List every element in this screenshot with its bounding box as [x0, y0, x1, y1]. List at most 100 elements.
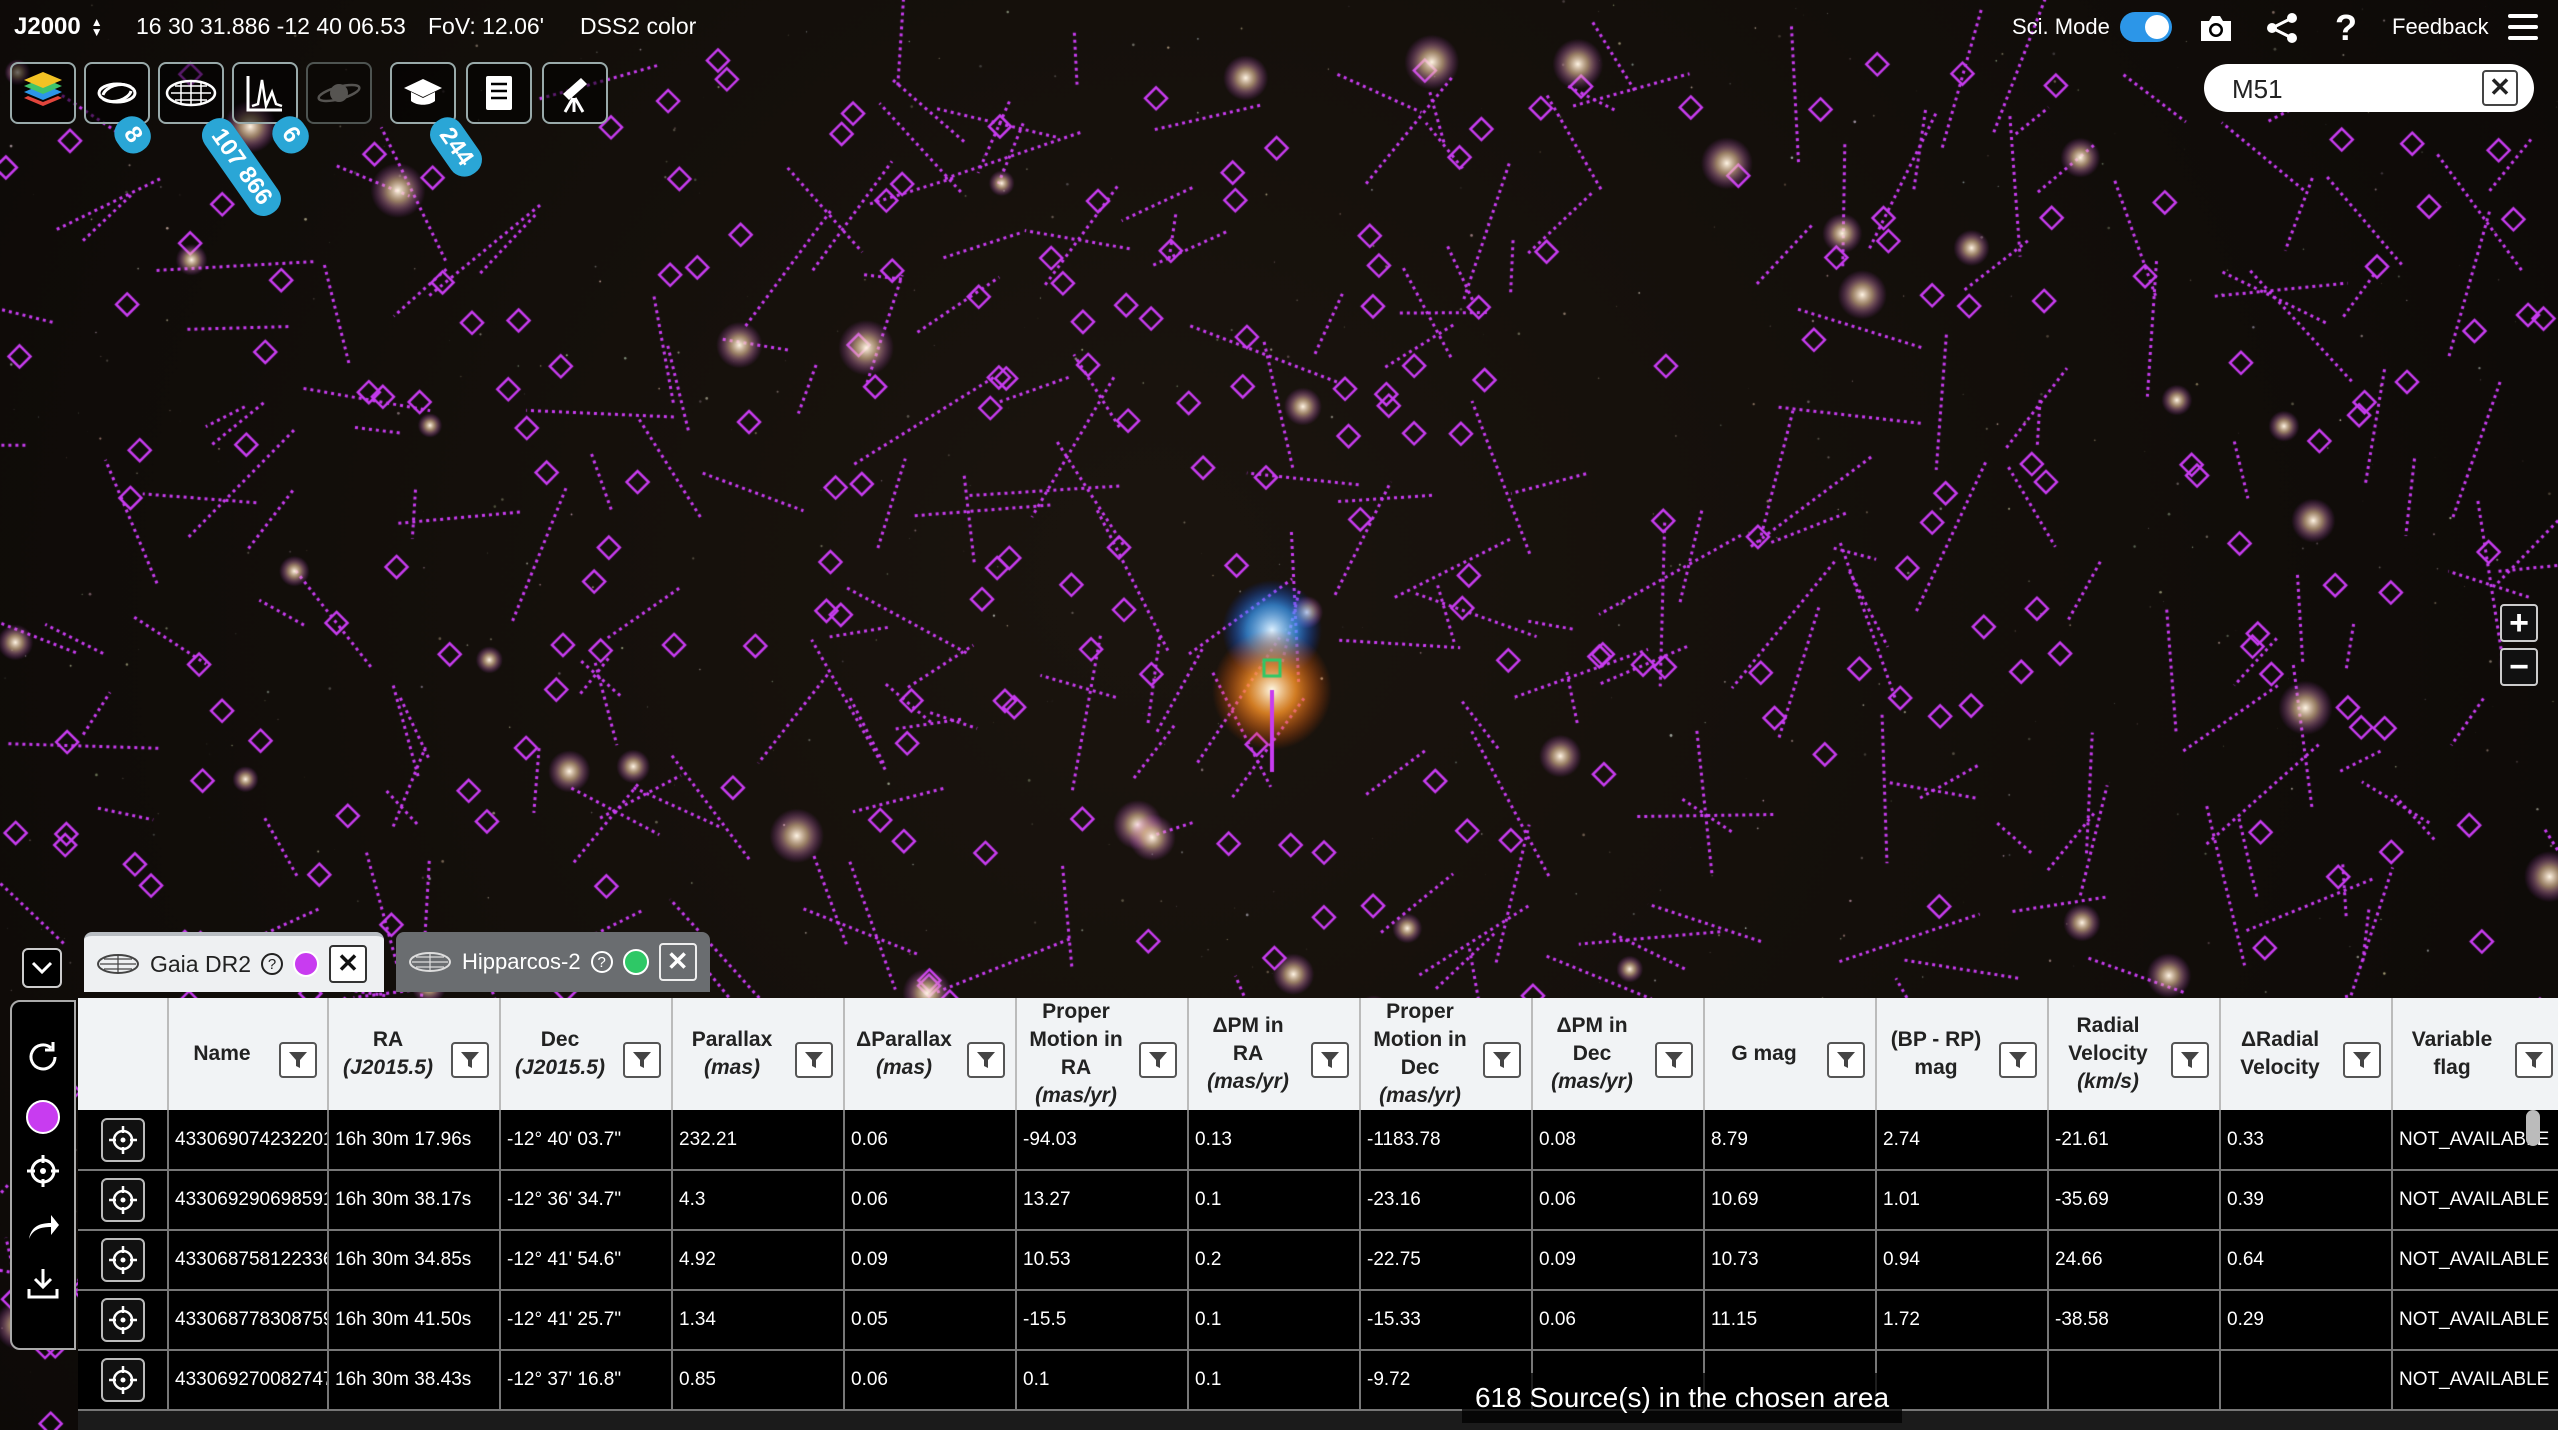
search-input[interactable] — [2230, 70, 2454, 108]
spectra-button[interactable] — [232, 62, 298, 124]
table-row[interactable]: 4330687581223363 16h 30m 34.85s -12° 41' 5… — [78, 1230, 2558, 1291]
filter-icon[interactable] — [1483, 1042, 1521, 1078]
table-scrollbar[interactable] — [2526, 1110, 2540, 1146]
table-cell: -12° 41' 54.6" — [500, 1230, 673, 1291]
column-title: Parallax — [691, 1028, 773, 1051]
column-header[interactable]: ΔPM in RA (mas/yr) — [1188, 998, 1361, 1110]
filter-icon[interactable] — [1311, 1042, 1349, 1078]
filter-icon[interactable] — [279, 1042, 317, 1078]
collapse-panel-button[interactable] — [22, 948, 62, 988]
crosshair-icon[interactable] — [22, 1150, 64, 1192]
catalogue-color-swatch[interactable] — [622, 949, 649, 975]
table-cell — [2048, 1350, 2221, 1411]
table-cell: 0.1 — [1188, 1170, 1361, 1231]
filter-icon[interactable] — [2343, 1042, 2381, 1078]
toggle-switch[interactable] — [2119, 12, 2172, 42]
table-row[interactable]: 4330690742322011 16h 30m 17.96s -12° 40' 0… — [78, 1110, 2558, 1171]
download-icon[interactable] — [22, 1262, 64, 1304]
filter-icon[interactable] — [967, 1042, 1005, 1078]
table-cell: 0.1 — [1016, 1350, 1189, 1411]
share-icon[interactable] — [2262, 8, 2302, 48]
filter-icon[interactable] — [2171, 1042, 2209, 1078]
notes-button[interactable] — [466, 62, 532, 124]
column-header[interactable]: Variable flag — [2392, 998, 2558, 1110]
table-cell: 4330687783087591 — [168, 1290, 329, 1351]
table-row[interactable]: 4330692906985911 16h 30m 38.17s -12° 36' 3… — [78, 1170, 2558, 1231]
table-row[interactable]: 4330687783087591 16h 30m 41.50s -12° 41' 2… — [78, 1290, 2558, 1351]
top-bar: J2000 ▲ ▼ 16 30 31.886 -12 40 06.53 FoV: … — [0, 0, 2558, 54]
filter-icon[interactable] — [1999, 1042, 2037, 1078]
table-cell: 0.05 — [844, 1290, 1017, 1351]
filter-icon[interactable] — [1655, 1042, 1693, 1078]
filter-icon[interactable] — [1139, 1042, 1177, 1078]
table-cell: 4.3 — [672, 1170, 845, 1231]
column-header[interactable]: (BP - RP) mag — [1876, 998, 2049, 1110]
planets-button[interactable] — [306, 62, 372, 124]
table-cell: NOT_AVAILABLE — [2392, 1170, 2558, 1231]
table-cell: 0.06 — [1532, 1290, 1705, 1351]
tab-hipparcos-2[interactable]: Hipparcos-2 ? ✕ — [396, 932, 710, 992]
locate-source-button[interactable] — [100, 1117, 145, 1162]
jwst-button[interactable] — [542, 62, 608, 124]
catalogue-color-swatch[interactable] — [292, 951, 319, 977]
locate-source-button[interactable] — [100, 1298, 145, 1342]
locate-source-button[interactable] — [100, 1238, 145, 1282]
hamburger-menu-icon[interactable] — [2508, 14, 2538, 40]
zoom-out-button[interactable]: − — [2500, 648, 2538, 686]
locate-cell — [78, 1110, 169, 1171]
saturn-icon — [317, 83, 361, 103]
column-unit: (mas/yr) — [1551, 1070, 1633, 1093]
column-header[interactable]: ΔRadial Velocity — [2220, 998, 2393, 1110]
filter-icon[interactable] — [1827, 1042, 1865, 1078]
column-header[interactable]: Proper Motion in RA (mas/yr) — [1016, 998, 1189, 1110]
telescope-icon — [563, 78, 587, 113]
column-header[interactable]: ΔParallax (mas) — [844, 998, 1017, 1110]
crosshair-icon — [108, 1125, 137, 1154]
table-cell: 0.13 — [1188, 1110, 1361, 1171]
column-header[interactable]: Proper Motion in Dec (mas/yr) — [1360, 998, 1533, 1110]
notebook-icon — [486, 76, 512, 110]
zoom-in-button[interactable]: + — [2500, 604, 2538, 642]
layers-button[interactable] — [10, 62, 76, 124]
column-header[interactable]: RA (J2015.5) — [328, 998, 501, 1110]
share-arrow-icon[interactable] — [22, 1206, 64, 1248]
locate-source-button[interactable] — [100, 1178, 145, 1222]
footprints-button[interactable] — [84, 62, 150, 124]
camera-icon[interactable] — [2196, 8, 2236, 48]
table-cell: 11.15 — [1704, 1290, 1877, 1351]
column-unit: (J2015.5) — [343, 1056, 433, 1079]
table-cell: 13.27 — [1016, 1170, 1189, 1231]
refresh-icon[interactable] — [22, 1036, 64, 1078]
filter-icon[interactable] — [451, 1042, 489, 1078]
filter-icon[interactable] — [795, 1042, 833, 1078]
table-row[interactable]: 4330692700827478 16h 30m 38.43s -12° 37' 1… — [78, 1350, 2558, 1411]
coordinate-frame-select[interactable]: J2000 ▲ ▼ — [14, 8, 103, 46]
close-tab-button[interactable]: ✕ — [658, 943, 697, 981]
column-header[interactable]: Parallax (mas) — [672, 998, 845, 1110]
help-icon[interactable]: ? — [260, 953, 283, 975]
publications-button[interactable] — [390, 62, 456, 124]
close-tab-button[interactable]: ✕ — [328, 945, 367, 983]
feedback-link[interactable]: Feedback — [2392, 14, 2489, 40]
column-header[interactable]: ΔPM in Dec (mas/yr) — [1532, 998, 1705, 1110]
source-count-status: 618 Source(s) in the chosen area — [1462, 1373, 1902, 1423]
column-header — [78, 998, 169, 1110]
column-header[interactable]: Dec (J2015.5) — [500, 998, 673, 1110]
column-title: RA — [372, 1028, 404, 1051]
tab-gaia-dr2[interactable]: Gaia DR2 ? ✕ — [84, 932, 384, 992]
filter-icon[interactable] — [2515, 1042, 2553, 1078]
sci-mode-toggle[interactable]: Sci. Mode — [2012, 12, 2172, 42]
help-icon[interactable]: ? — [2326, 7, 2366, 48]
locate-cell — [78, 1230, 169, 1291]
column-header[interactable]: Radial Velocity (km/s) — [2048, 998, 2221, 1110]
table-cell: 16h 30m 41.50s — [328, 1290, 501, 1351]
catalogues-button[interactable] — [158, 62, 224, 124]
column-header[interactable]: G mag — [1704, 998, 1877, 1110]
locate-source-button[interactable] — [100, 1358, 145, 1402]
help-icon[interactable]: ? — [590, 951, 613, 973]
column-header[interactable]: Name — [168, 998, 329, 1110]
color-picker-icon[interactable] — [22, 1096, 64, 1138]
filter-icon[interactable] — [623, 1042, 661, 1078]
column-title: ΔPM in RA — [1212, 1014, 1284, 1065]
clear-search-button[interactable]: ✕ — [2482, 70, 2518, 106]
